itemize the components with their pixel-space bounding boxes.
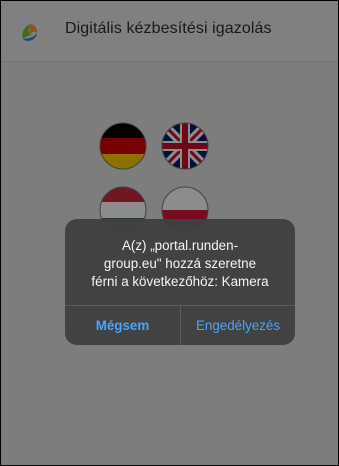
cancel-button[interactable]: Mégsem xyxy=(65,306,180,345)
camera-permission-dialog: A(z) „portal.runden- group.eu" hozzá sze… xyxy=(65,219,295,345)
dialog-message: A(z) „portal.runden- group.eu" hozzá sze… xyxy=(91,238,269,289)
allow-button[interactable]: Engedélyezés xyxy=(181,306,295,345)
app-frame: Digitális kézbesítési igazolás A(z) „por… xyxy=(0,0,339,466)
